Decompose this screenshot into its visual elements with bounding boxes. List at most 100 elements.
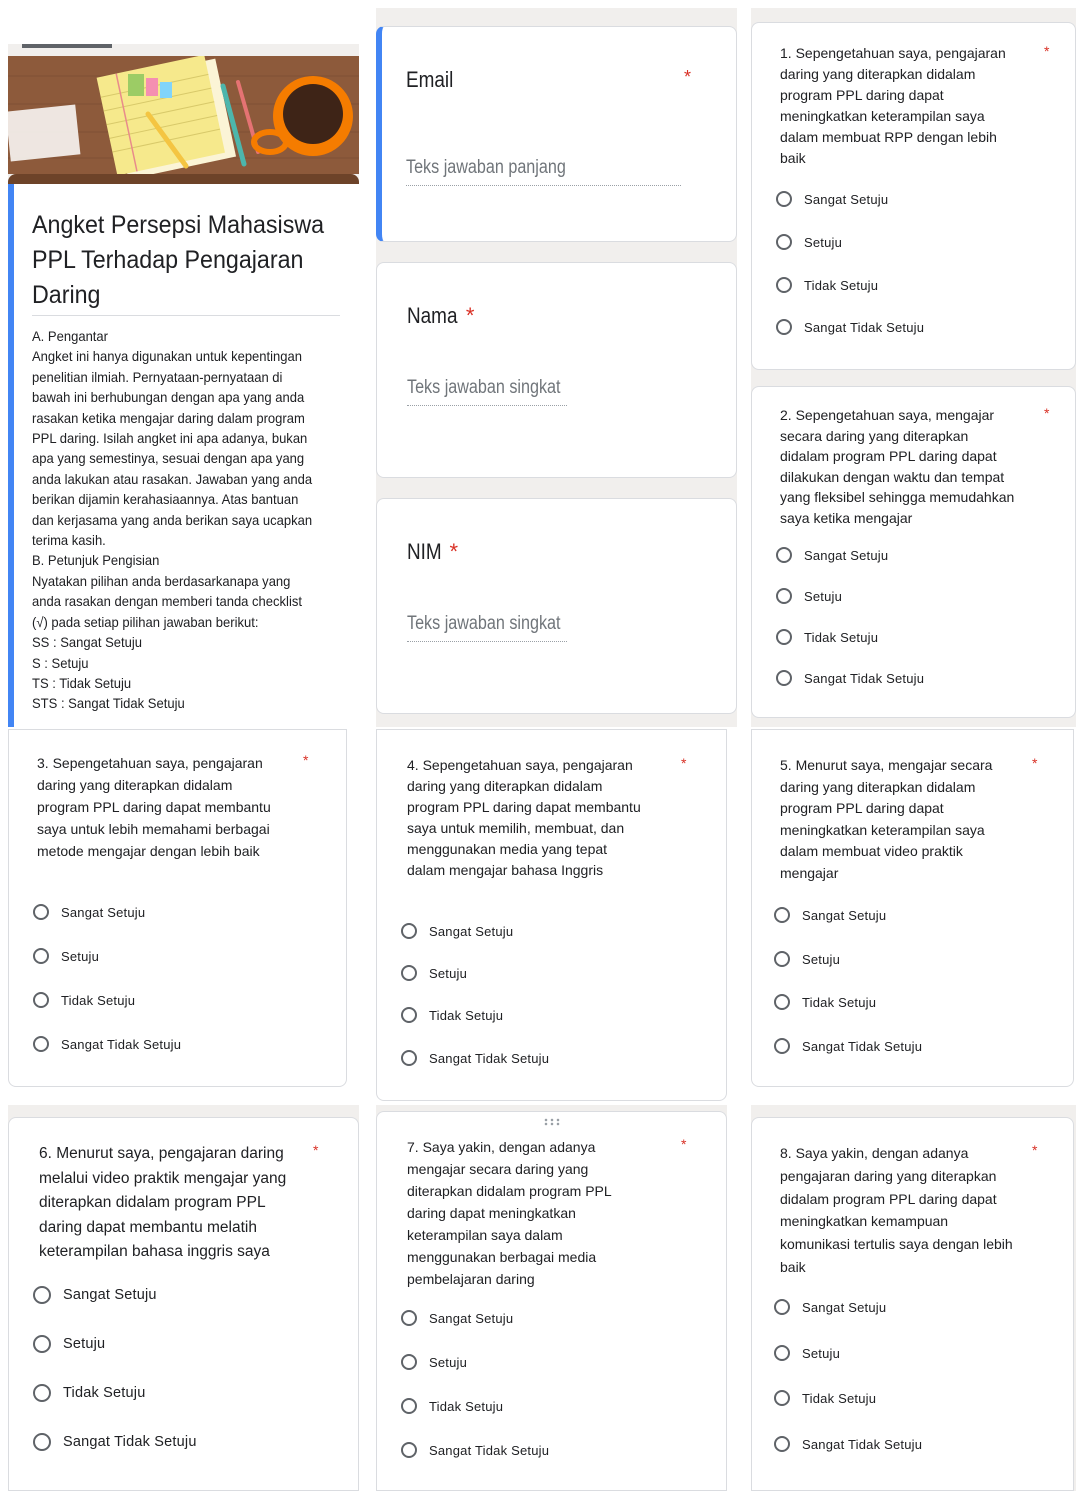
question-line: daring yang diterapkan didalam	[407, 778, 603, 794]
radio-button[interactable]	[776, 234, 792, 250]
question-line: metode mengajar dengan lebih baik	[37, 843, 260, 859]
option-tidak-setuju[interactable]: Tidak Setuju	[774, 994, 876, 1010]
radio-button[interactable]	[776, 547, 792, 563]
title-divider	[32, 315, 340, 316]
radio-button[interactable]	[401, 1354, 417, 1370]
radio-button[interactable]	[33, 1384, 51, 1402]
radio-button[interactable]	[776, 629, 792, 645]
option-sangat-tidak-setuju[interactable]: Sangat Tidak Setuju	[401, 1442, 549, 1458]
option-label: Sangat Setuju	[429, 1310, 514, 1326]
option-label: Sangat Tidak Setuju	[804, 670, 925, 686]
radio-button[interactable]	[401, 1398, 417, 1414]
question-8-panel: 8. Saya yakin, dengan adanya pengajaran …	[751, 1105, 1076, 1491]
question-line: baik	[780, 1258, 806, 1275]
radio-button[interactable]	[401, 923, 417, 939]
option-sangat-setuju[interactable]: Sangat Setuju	[774, 1299, 886, 1315]
radio-button[interactable]	[401, 1007, 417, 1023]
option-tidak-setuju[interactable]: Tidak Setuju	[401, 1398, 503, 1414]
option-setuju[interactable]: Setuju	[774, 1345, 840, 1361]
option-setuju[interactable]: Setuju	[774, 951, 840, 967]
radio-button[interactable]	[774, 907, 790, 923]
option-sangat-setuju[interactable]: Sangat Setuju	[776, 547, 888, 563]
option-tidak-setuju[interactable]: Tidak Setuju	[774, 1390, 876, 1406]
radio-button[interactable]	[774, 1345, 790, 1361]
radio-button[interactable]	[774, 1390, 790, 1406]
option-setuju[interactable]: Setuju	[33, 948, 99, 964]
radio-button[interactable]	[401, 1442, 417, 1458]
radio-button[interactable]	[33, 1433, 51, 1451]
radio-button[interactable]	[776, 191, 792, 207]
radio-button[interactable]	[33, 1036, 49, 1052]
option-sangat-tidak-setuju[interactable]: Sangat Tidak Setuju	[33, 1036, 181, 1052]
question-line: 8. Saya yakin, dengan adanya	[780, 1145, 969, 1161]
radio-button[interactable]	[774, 1038, 790, 1054]
option-tidak-setuju[interactable]: Tidak Setuju	[33, 992, 135, 1008]
description-line: TS : Tidak Setuju	[32, 674, 132, 691]
description-line: dan kerjasama yang anda berikan saya uca…	[32, 511, 313, 528]
question-line: diterapkan didalam program PPL	[39, 1194, 266, 1211]
option-sangat-setuju[interactable]: Sangat Setuju	[401, 923, 513, 939]
form-title-line: Daring	[32, 281, 101, 309]
radio-button[interactable]	[776, 319, 792, 335]
question-line: saya ketika mengajar	[780, 509, 913, 526]
radio-button[interactable]	[401, 1310, 417, 1326]
email-question-card: Email * Teks jawaban panjang	[376, 26, 737, 242]
option-label: Sangat Setuju	[804, 191, 889, 207]
nim-label: NIM	[407, 539, 442, 564]
option-sangat-setuju[interactable]: Sangat Setuju	[774, 907, 886, 923]
question-8-card: 8. Saya yakin, dengan adanya pengajaran …	[751, 1117, 1074, 1491]
option-label: Setuju	[804, 588, 843, 604]
question-line: 4. Sepengetahuan saya, pengajaran	[407, 757, 633, 773]
option-sangat-tidak-setuju[interactable]: Sangat Tidak Setuju	[774, 1038, 922, 1054]
option-tidak-setuju[interactable]: Tidak Setuju	[401, 1007, 503, 1023]
question-line: program PPL daring dapat membantu	[37, 799, 271, 815]
radio-button[interactable]	[33, 992, 49, 1008]
option-label: Sangat Tidak Setuju	[63, 1434, 197, 1450]
option-sangat-tidak-setuju[interactable]: Sangat Tidak Setuju	[33, 1433, 197, 1451]
radio-button[interactable]	[774, 951, 790, 967]
option-setuju[interactable]: Setuju	[401, 965, 467, 981]
nama-input[interactable]: Teks jawaban singkat	[407, 377, 567, 406]
nim-input[interactable]: Teks jawaban singkat	[407, 613, 567, 642]
email-input[interactable]: Teks jawaban panjang	[406, 157, 681, 186]
option-sangat-tidak-setuju[interactable]: Sangat Tidak Setuju	[401, 1050, 549, 1066]
question-line: yang fleksibel sehingga memudahkan	[780, 489, 1015, 505]
question-line: keterampilan bahasa inggris saya	[39, 1243, 270, 1260]
radio-button[interactable]	[401, 965, 417, 981]
radio-button[interactable]	[33, 1335, 51, 1353]
radio-button[interactable]	[776, 588, 792, 604]
question-line: komunikasi tertulis saya dengan lebih	[780, 1236, 1013, 1253]
nama-label-row: Nama *	[407, 303, 474, 329]
question-line: daring dapat membantu melatih	[39, 1218, 257, 1236]
option-setuju[interactable]: Setuju	[776, 234, 842, 250]
radio-button[interactable]	[401, 1050, 417, 1066]
option-setuju[interactable]: Setuju	[776, 588, 842, 604]
radio-button[interactable]	[33, 1286, 51, 1304]
required-asterisk: *	[1032, 1142, 1038, 1158]
radio-button[interactable]	[33, 904, 49, 920]
option-sangat-setuju[interactable]: Sangat Setuju	[33, 1286, 157, 1304]
option-sangat-tidak-setuju[interactable]: Sangat Tidak Setuju	[776, 670, 924, 686]
drag-handle-icon[interactable]	[543, 1118, 561, 1126]
nama-label: Nama	[407, 303, 458, 328]
option-sangat-setuju[interactable]: Sangat Setuju	[33, 904, 145, 920]
option-sangat-tidak-setuju[interactable]: Sangat Tidak Setuju	[774, 1436, 922, 1452]
option-label: Sangat Setuju	[429, 923, 514, 939]
option-tidak-setuju[interactable]: Tidak Setuju	[776, 277, 878, 293]
option-sangat-setuju[interactable]: Sangat Setuju	[776, 191, 888, 207]
radio-button[interactable]	[774, 994, 790, 1010]
radio-button[interactable]	[776, 670, 792, 686]
radio-button[interactable]	[774, 1299, 790, 1315]
option-setuju[interactable]: Setuju	[33, 1335, 105, 1353]
option-tidak-setuju[interactable]: Tidak Setuju	[33, 1384, 145, 1402]
required-asterisk: *	[465, 303, 475, 328]
radio-button[interactable]	[774, 1436, 790, 1452]
option-setuju[interactable]: Setuju	[401, 1354, 467, 1370]
option-sangat-setuju[interactable]: Sangat Setuju	[401, 1310, 513, 1326]
option-label: Sangat Setuju	[63, 1287, 157, 1303]
question-1-card: 1. Sepengetahuan saya, pengajaran daring…	[751, 22, 1076, 370]
radio-button[interactable]	[33, 948, 49, 964]
option-sangat-tidak-setuju[interactable]: Sangat Tidak Setuju	[776, 319, 924, 335]
radio-button[interactable]	[776, 277, 792, 293]
option-tidak-setuju[interactable]: Tidak Setuju	[776, 629, 878, 645]
